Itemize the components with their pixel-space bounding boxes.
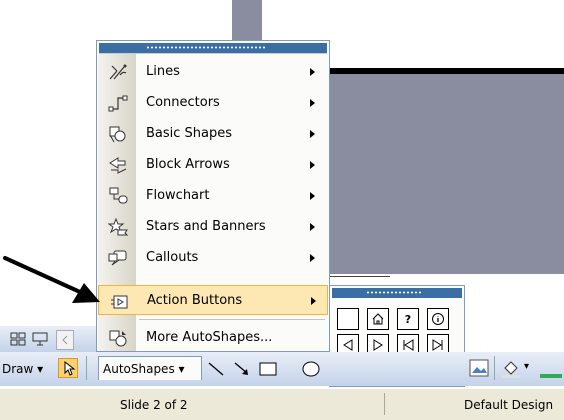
submenu-arrow-icon (310, 161, 315, 169)
annotation-arrow (3, 256, 100, 303)
status-bar: Slide 2 of 2 Default Design (0, 388, 564, 420)
submenu-arrow-icon (311, 297, 316, 305)
callouts-icon (108, 249, 128, 267)
slide-counter: Slide 2 of 2 (120, 398, 188, 412)
autoshapes-menu-button[interactable]: AutoShapes ▾ (98, 356, 202, 380)
draw-menu-button[interactable]: Draw ▾ (2, 362, 43, 376)
information-action-icon (432, 313, 444, 325)
menu-item-block-arrows[interactable]: Block Arrows (98, 150, 328, 180)
home-action-icon (372, 313, 384, 325)
slide-text-line (330, 276, 390, 277)
help-action-button[interactable]: ? (397, 308, 419, 330)
lines-icon (108, 63, 128, 81)
submenu-arrow-icon (310, 99, 315, 107)
menu-item-action-buttons[interactable]: Action Buttons (98, 285, 328, 315)
slide-show-view-icon[interactable] (32, 332, 48, 346)
menu-item-callouts[interactable]: Callouts (98, 243, 328, 273)
submenu-drag-handle[interactable] (332, 288, 462, 298)
autoshapes-menu: Lines Connectors Basic Shapes Block Arro… (96, 40, 330, 352)
arrow-tool-icon[interactable] (232, 360, 252, 378)
slide-sorter-view-icon[interactable] (10, 332, 26, 346)
menu-item-label: Lines (146, 64, 180, 79)
stars-banners-icon (108, 218, 128, 236)
design-template-name: Default Design (464, 398, 554, 412)
flowchart-icon (108, 187, 128, 205)
oval-tool-icon[interactable] (300, 360, 326, 378)
menu-separator (139, 319, 325, 320)
fill-color-dropdown-icon[interactable]: ▾ (524, 361, 529, 372)
menu-item-label: More AutoShapes... (146, 330, 273, 345)
back-action-icon (343, 339, 353, 351)
menu-item-label: Connectors (146, 95, 220, 110)
menu-item-label: Action Buttons (147, 293, 243, 308)
submenu-arrow-icon (310, 223, 315, 231)
view-buttons-toolbar (0, 326, 96, 352)
submenu-arrow-icon (310, 68, 315, 76)
menu-item-lines[interactable]: Lines (98, 57, 328, 87)
slide-canvas[interactable] (330, 74, 564, 274)
insert-picture-icon[interactable] (468, 358, 490, 378)
menu-item-basic-shapes[interactable]: Basic Shapes (98, 119, 328, 149)
line-tool-icon[interactable] (206, 360, 226, 378)
custom-action-button[interactable] (337, 308, 359, 330)
menu-item-flowchart[interactable]: Flowchart (98, 181, 328, 211)
select-objects-button[interactable] (58, 358, 78, 378)
menu-item-connectors[interactable]: Connectors (98, 88, 328, 118)
submenu-arrow-icon (310, 192, 315, 200)
drawing-toolbar: Draw ▾ AutoShapes ▾ ▾ (0, 352, 564, 386)
beginning-action-icon (403, 339, 414, 351)
menu-item-label: Callouts (146, 250, 199, 265)
basic-shapes-icon (108, 125, 128, 143)
autoshapes-button-label: AutoShapes ▾ (103, 362, 185, 376)
connectors-icon (108, 94, 128, 112)
action-buttons-icon (109, 292, 129, 310)
fill-color-icon[interactable] (500, 358, 522, 378)
submenu-arrow-icon (310, 254, 315, 262)
menu-item-label: Flowchart (146, 188, 210, 203)
help-action-icon: ? (404, 312, 412, 326)
slide-edge (232, 0, 262, 42)
scroll-left-arrow-icon (62, 335, 68, 345)
menu-item-label: Block Arrows (146, 157, 230, 172)
menu-item-label: Stars and Banners (146, 219, 266, 234)
pointer-arrow-icon (64, 360, 76, 376)
rectangle-tool-icon[interactable] (258, 360, 278, 378)
menu-item-label: Basic Shapes (146, 126, 233, 141)
line-color-swatch[interactable] (540, 374, 562, 378)
menu-item-more-autoshapes[interactable]: More AutoShapes... (98, 323, 328, 353)
scroll-left-button[interactable] (56, 330, 74, 350)
menu-item-stars-banners[interactable]: Stars and Banners (98, 212, 328, 242)
submenu-arrow-icon (310, 130, 315, 138)
menu-drag-handle[interactable] (99, 43, 327, 54)
information-action-button[interactable] (427, 308, 449, 330)
end-action-icon (432, 339, 443, 351)
more-autoshapes-icon (108, 329, 128, 347)
home-action-button[interactable] (367, 308, 389, 330)
block-arrows-icon (108, 156, 128, 174)
forward-action-icon (373, 339, 383, 351)
